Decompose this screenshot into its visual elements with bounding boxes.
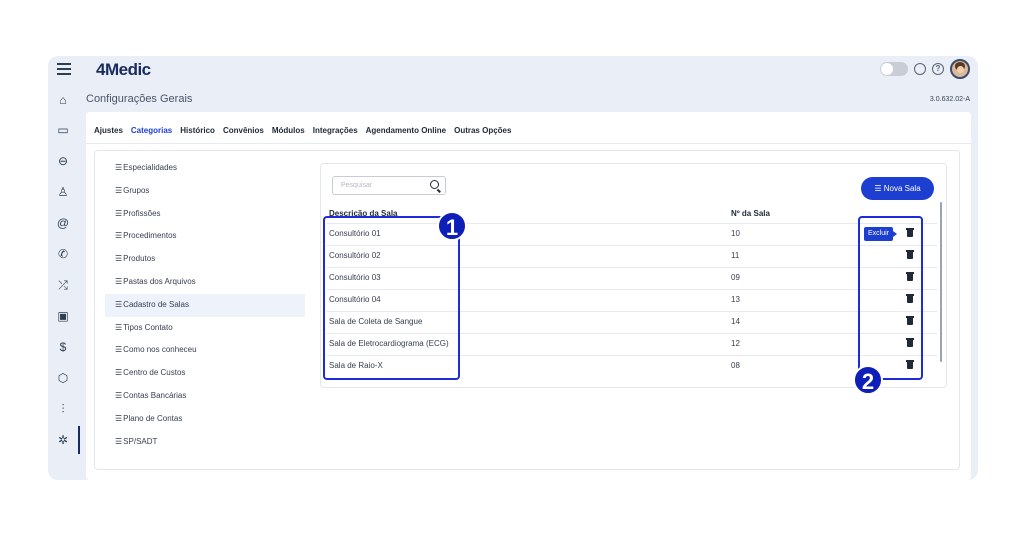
phone-icon[interactable]: ✆ bbox=[55, 246, 71, 262]
tab-modulos[interactable]: Módulos bbox=[272, 126, 305, 135]
category-label: Tipos Contato bbox=[123, 322, 173, 332]
categories-container: ☰Especialidades ☰Grupos ☰Profissões ☰Pro… bbox=[94, 150, 960, 470]
avatar[interactable] bbox=[950, 59, 970, 79]
room-number: 12 bbox=[731, 339, 740, 348]
category-item-active[interactable]: ☰Cadastro de Salas bbox=[105, 293, 305, 317]
list-icon: ☰ bbox=[115, 413, 123, 423]
shuffle-icon[interactable]: ⤮ bbox=[55, 277, 71, 293]
settings-card: Ajustes Categorias Histórico Convênios M… bbox=[86, 112, 971, 480]
highlight-room-names bbox=[323, 216, 460, 380]
calendar-icon[interactable]: ▭ bbox=[55, 122, 71, 138]
category-label: Como nos conheceu bbox=[123, 345, 197, 355]
clipboard-icon[interactable]: ▣ bbox=[55, 308, 71, 324]
column-header-number: Nº da Sala bbox=[731, 209, 770, 218]
room-number: 11 bbox=[731, 251, 740, 260]
category-item[interactable]: ☰Produtos bbox=[105, 248, 305, 271]
room-number: 10 bbox=[731, 229, 740, 238]
new-room-label: Nova Sala bbox=[883, 184, 921, 193]
room-number: 09 bbox=[731, 273, 740, 282]
home-icon[interactable]: ⌂ bbox=[55, 92, 71, 108]
category-label: Contas Bancárias bbox=[123, 390, 187, 400]
at-icon[interactable]: @ bbox=[55, 215, 71, 231]
list-icon: ☰ bbox=[115, 299, 123, 309]
category-label: Pastas dos Arquivos bbox=[123, 276, 196, 286]
category-label: Produtos bbox=[123, 254, 156, 264]
category-label: SP/SADT bbox=[123, 436, 158, 446]
list-icon: ☰ bbox=[115, 163, 123, 172]
dollar-icon[interactable]: $ bbox=[55, 339, 71, 355]
app-window: 4Medic ? ⌂ ▭ ⊖ ♙ @ ✆ ⤮ ▣ $ ⬡ ⫶ ✲ Configu… bbox=[48, 56, 978, 480]
category-item[interactable]: ☰Contas Bancárias bbox=[105, 385, 305, 408]
tab-convenios[interactable]: Convênios bbox=[223, 126, 264, 135]
list-icon: ☰ bbox=[115, 276, 123, 286]
category-item[interactable]: ☰Como nos conheceu bbox=[105, 339, 305, 362]
user-icon[interactable]: ♙ bbox=[55, 184, 71, 200]
top-right-controls: ? bbox=[880, 59, 970, 79]
room-number: 13 bbox=[731, 295, 740, 304]
list-icon: ☰ bbox=[115, 231, 123, 241]
search-icon[interactable] bbox=[430, 180, 439, 189]
category-list: ☰Especialidades ☰Grupos ☰Profissões ☰Pro… bbox=[105, 157, 305, 453]
list-icon: ☰ bbox=[115, 390, 123, 400]
room-number: 14 bbox=[731, 317, 740, 326]
list-icon: ☰ bbox=[115, 185, 123, 195]
category-item[interactable]: ☰Especialidades bbox=[105, 157, 305, 180]
category-label: Profissões bbox=[123, 208, 161, 218]
car-icon[interactable]: ⊖ bbox=[55, 153, 71, 169]
list-icon: ☰ bbox=[115, 322, 123, 332]
category-item[interactable]: ☰Pastas dos Arquivos bbox=[105, 271, 305, 294]
highlight-delete-actions bbox=[858, 216, 923, 380]
category-item[interactable]: ☰Grupos bbox=[105, 180, 305, 203]
help-icon[interactable]: ? bbox=[932, 63, 944, 75]
search-input[interactable]: Pesquisar bbox=[332, 176, 446, 195]
top-bar: 4Medic ? bbox=[48, 56, 978, 84]
tab-categorias[interactable]: Categorias bbox=[131, 126, 172, 135]
tab-bar: Ajustes Categorias Histórico Convênios M… bbox=[94, 126, 511, 135]
tab-ajustes[interactable]: Ajustes bbox=[94, 126, 123, 135]
category-item[interactable]: ☰Profissões bbox=[105, 203, 305, 226]
category-label: Centro de Custos bbox=[123, 368, 186, 378]
version-label: 3.0.632.02-A bbox=[929, 96, 970, 103]
category-item[interactable]: ☰Procedimentos bbox=[105, 225, 305, 248]
category-label: Plano de Contas bbox=[123, 413, 183, 423]
category-item[interactable]: ☰SP/SADT bbox=[105, 431, 305, 454]
theme-toggle[interactable] bbox=[880, 62, 908, 76]
category-label: Especialidades bbox=[123, 163, 177, 172]
sidebar-active-indicator bbox=[78, 426, 80, 454]
chat-icon[interactable] bbox=[914, 63, 926, 75]
logo[interactable]: 4Medic bbox=[96, 60, 151, 80]
annotation-marker-1: 1 bbox=[437, 211, 467, 241]
menu-icon[interactable] bbox=[57, 63, 71, 75]
category-label: Cadastro de Salas bbox=[123, 299, 189, 309]
tab-integracoes[interactable]: Integrações bbox=[313, 126, 358, 135]
category-item[interactable]: ☰Plano de Contas bbox=[105, 408, 305, 431]
annotation-marker-2: 2 bbox=[853, 365, 883, 395]
list-icon: ☰ bbox=[115, 254, 123, 264]
room-number: 08 bbox=[731, 361, 740, 370]
list-icon: ☰ bbox=[115, 436, 123, 446]
list-icon: ☰ bbox=[115, 345, 123, 355]
sidebar: ⌂ ▭ ⊖ ♙ @ ✆ ⤮ ▣ $ ⬡ ⫶ ✲ bbox=[48, 84, 80, 480]
tab-outras-opcoes[interactable]: Outras Opções bbox=[454, 126, 511, 135]
category-item[interactable]: ☰Centro de Custos bbox=[105, 362, 305, 385]
tab-agendamento-online[interactable]: Agendamento Online bbox=[366, 126, 446, 135]
search-placeholder: Pesquisar bbox=[341, 182, 373, 189]
page-title: Configurações Gerais bbox=[86, 93, 193, 105]
box-icon[interactable]: ⬡ bbox=[55, 370, 71, 386]
list-icon: ☰ bbox=[115, 368, 123, 378]
new-room-button[interactable]: ☰ Nova Sala bbox=[861, 177, 934, 200]
category-item[interactable]: ☰Tipos Contato bbox=[105, 317, 305, 340]
gear-icon[interactable]: ✲ bbox=[55, 432, 71, 448]
tab-historico[interactable]: Histórico bbox=[180, 126, 215, 135]
chart-icon[interactable]: ⫶ bbox=[55, 401, 71, 417]
category-label: Grupos bbox=[123, 185, 150, 195]
tabs-divider bbox=[86, 143, 971, 144]
category-label: Procedimentos bbox=[123, 231, 177, 241]
list-icon: ☰ bbox=[115, 208, 123, 218]
scrollbar[interactable] bbox=[940, 202, 942, 362]
